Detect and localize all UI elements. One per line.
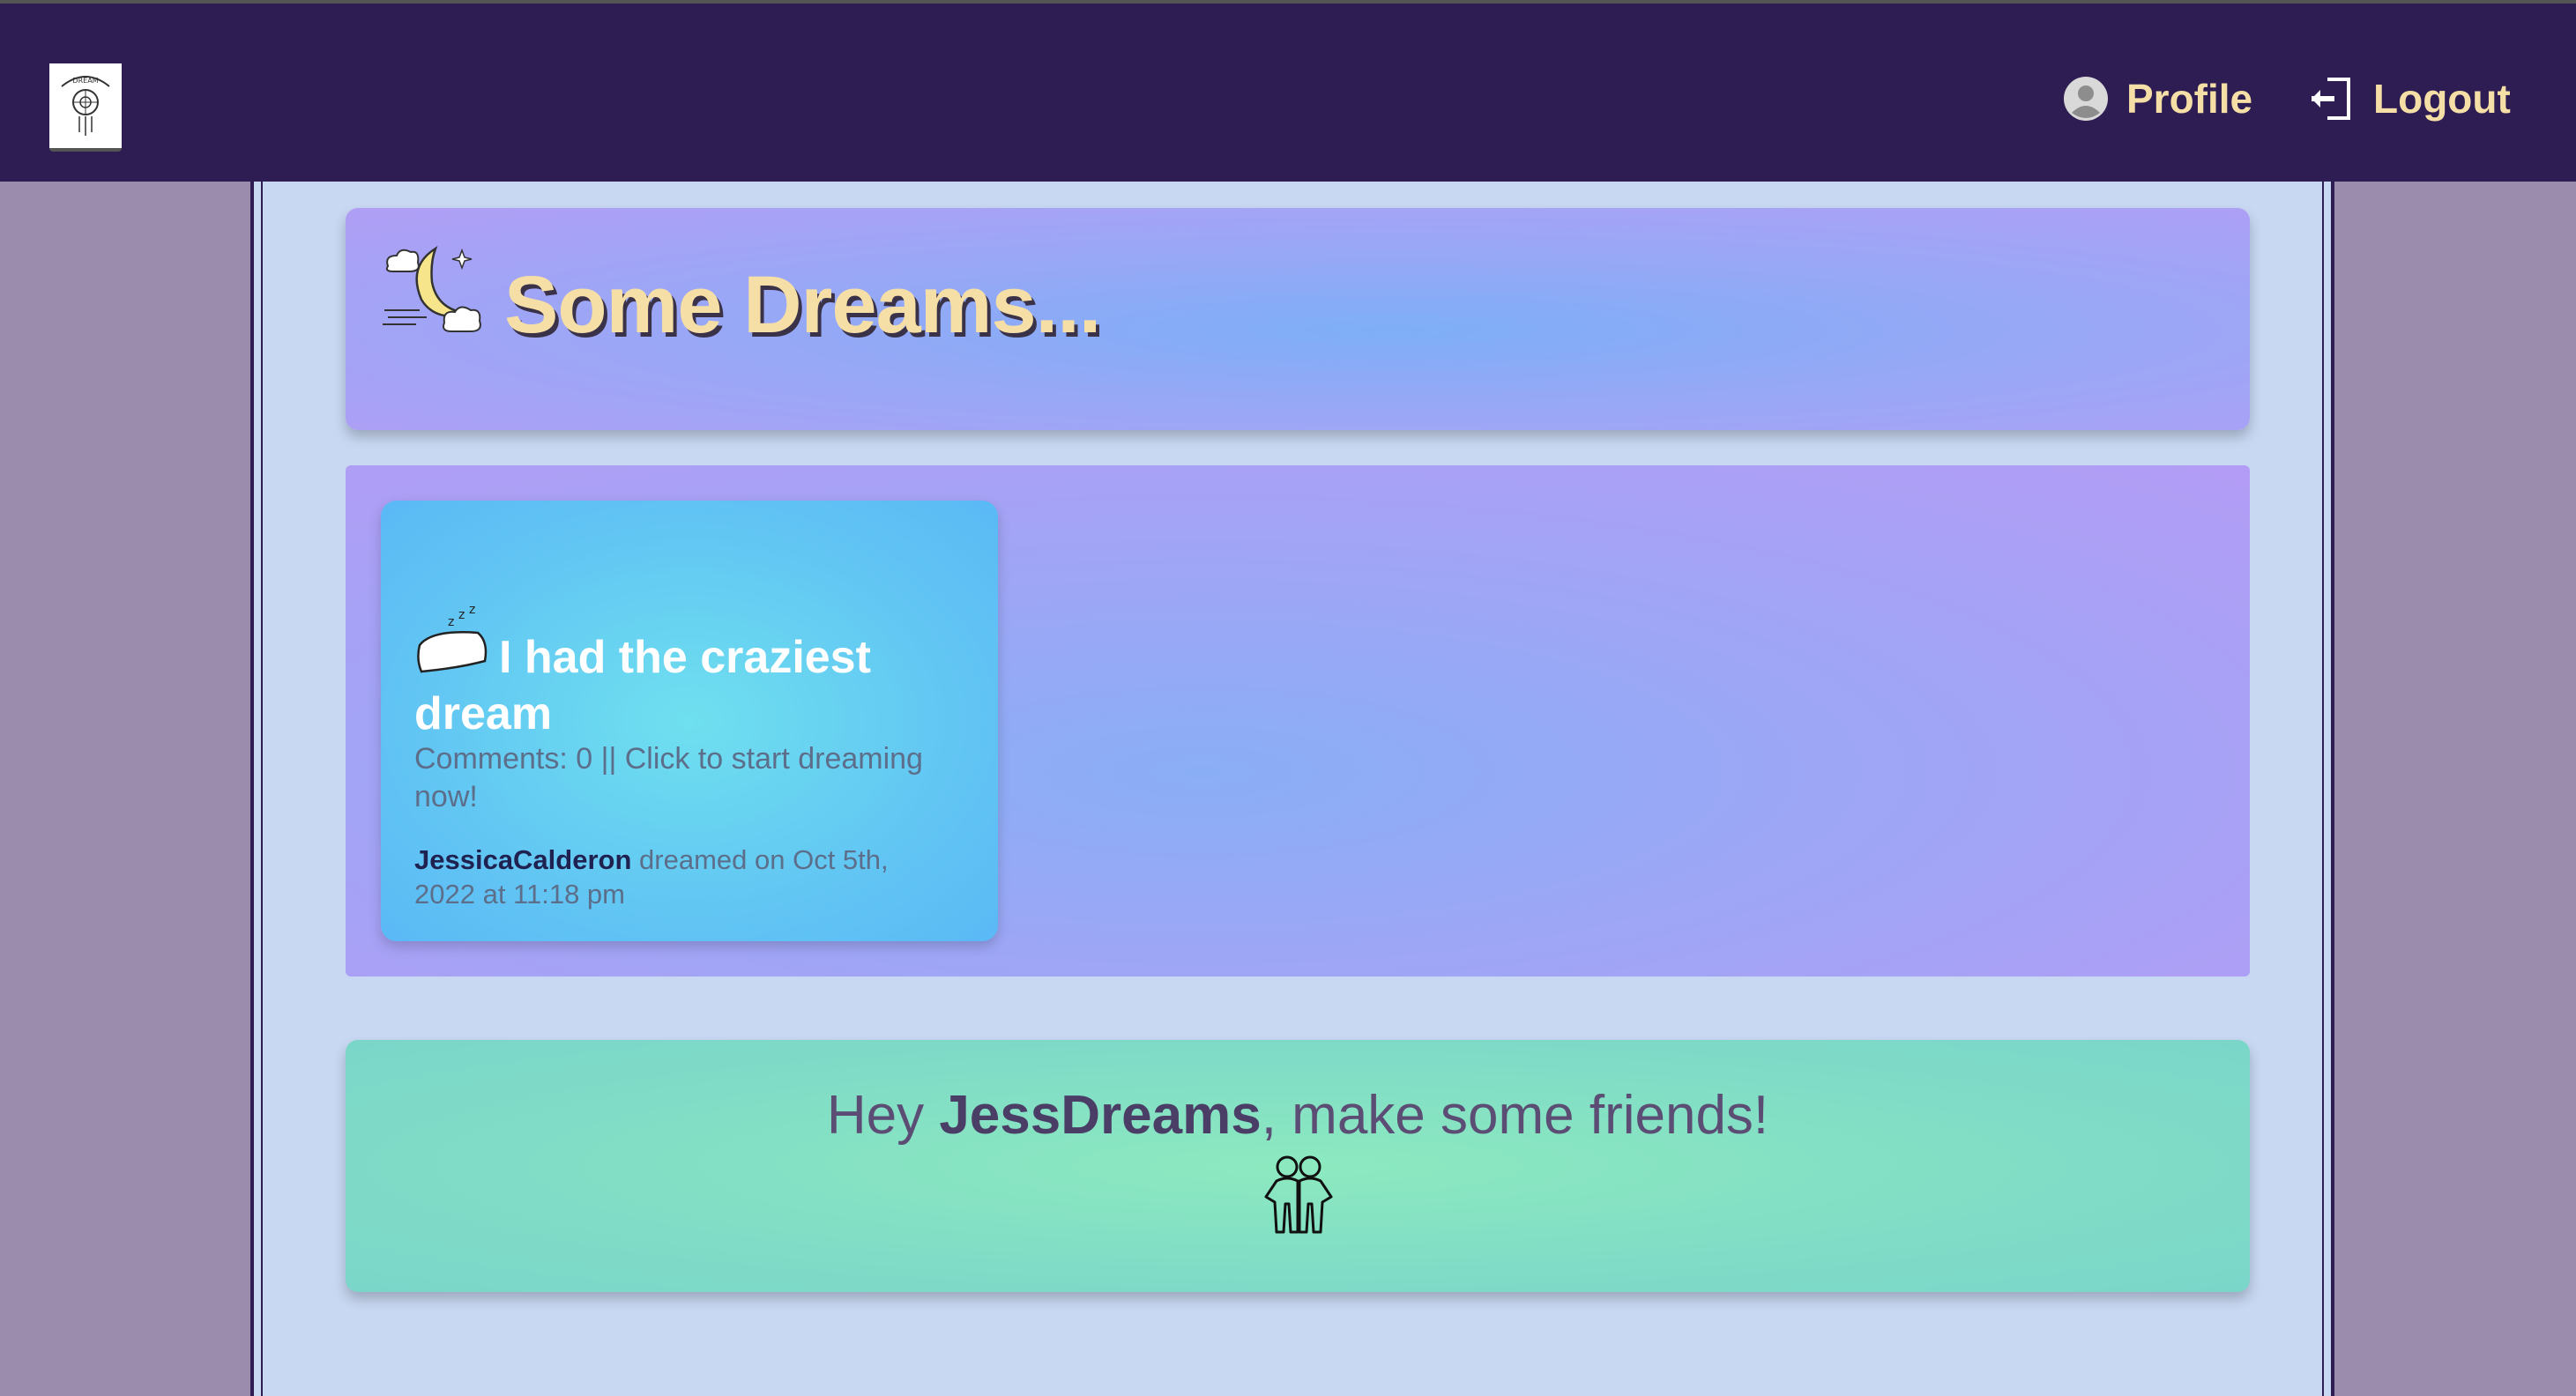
user-circle-icon [2063,76,2109,122]
moon-clouds-icon [383,245,481,332]
svg-text:z: z [448,615,454,629]
dreams-list: z z z I had the craziest dream Comments:… [346,465,2250,976]
dream-title[interactable]: I had the craziest dream [414,629,970,742]
dreams-header-card: Some Dreams... [346,208,2250,430]
svg-text:z: z [469,606,475,617]
top-navbar: DREAM Profile Logout [0,4,2576,182]
friends-suffix: , make some friends! [1261,1085,1769,1146]
dream-comments-meta: Comments: 0 || Click to start dreaming n… [414,742,923,813]
friends-username: JessDreams [939,1085,1262,1146]
page-title: Some Dreams... [504,260,1101,350]
logout-link[interactable]: Logout [2310,65,2511,132]
dream-author-line: JessicaCalderon dreamed on Oct 5th, 2022… [414,843,943,911]
svg-text:DREAM: DREAM [72,77,98,85]
dream-card[interactable]: z z z I had the craziest dream Comments:… [381,501,998,941]
logout-door-icon [2310,76,2356,122]
friends-message: Hey JessDreams, make some friends! [346,1084,2250,1147]
make-friends-card: Hey JessDreams, make some friends! [346,1040,2250,1292]
friends-prefix: Hey [826,1085,940,1146]
profile-label: Profile [2126,76,2253,122]
main-content: Some Dreams... z z z I had the craziest … [250,182,2334,1396]
two-people-icon [1264,1155,1333,1234]
profile-link[interactable]: Profile [2063,65,2252,132]
dream-author-name[interactable]: JessicaCalderon [414,844,631,875]
svg-text:z: z [458,608,465,622]
dream-catcher-logo-icon[interactable]: DREAM [49,63,122,148]
logout-label: Logout [2373,76,2511,122]
